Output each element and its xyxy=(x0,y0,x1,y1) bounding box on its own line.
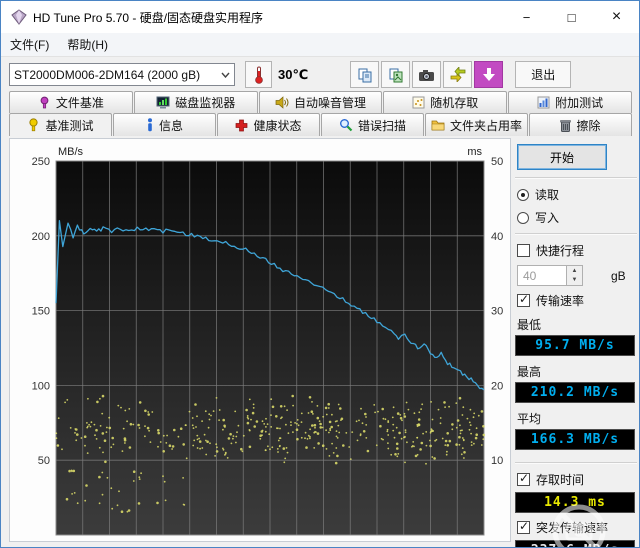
svg-text:250: 250 xyxy=(32,156,50,168)
transfer-rate-option[interactable]: 传输速率 xyxy=(517,292,637,309)
folder-icon xyxy=(431,119,445,131)
write-radio[interactable] xyxy=(517,211,529,224)
burst-rate-option[interactable]: 突发传输速率 xyxy=(517,519,637,536)
menu-help[interactable]: 帮助(H) xyxy=(58,33,117,56)
tab-health[interactable]: 健康状态 xyxy=(217,113,320,136)
burst-rate-checkbox[interactable] xyxy=(517,519,530,534)
quantity-stepper[interactable]: ▲ ▼ xyxy=(567,265,583,286)
save-results-button[interactable] xyxy=(443,61,473,88)
chevron-down-icon xyxy=(221,72,230,78)
write-mode-option[interactable]: 写入 xyxy=(517,209,637,226)
copy-text-button[interactable] xyxy=(350,61,380,88)
tab-row-primary: 基准测试 信息 健康状态 错误扫描 文件夹占用率 擦除 xyxy=(9,113,633,136)
trash-icon xyxy=(560,119,572,132)
access-time-option[interactable]: 存取时间 xyxy=(517,471,637,488)
separator xyxy=(515,462,637,464)
burst-rate-display: 237.6 MB/s xyxy=(515,540,635,547)
spark-plug-yellow-icon xyxy=(27,118,40,132)
svg-text:200: 200 xyxy=(32,231,50,243)
download-arrow-icon xyxy=(482,68,495,81)
menu-bar: 文件(F) 帮助(H) xyxy=(1,33,639,57)
app-icon xyxy=(11,9,27,25)
extra-tests-chart-icon xyxy=(537,96,550,109)
benchmark-chart: 250 200 150 100 50 50 40 30 20 10 MB/s ms xyxy=(32,146,503,536)
disk-monitor-icon xyxy=(156,96,170,109)
tab-folder-usage[interactable]: 文件夹占用率 xyxy=(425,113,528,136)
health-cross-icon xyxy=(235,119,248,132)
svg-text:40: 40 xyxy=(491,231,503,243)
separator xyxy=(515,233,637,235)
window-title: HD Tune Pro 5.70 - 硬盘/固态硬盘实用程序 xyxy=(33,10,264,25)
scatter-icon xyxy=(412,96,425,109)
benchmark-controls: 开始 读取 写入 快捷行程 40 ▲▼ gB 传输速率 最低 95.7 MB/s… xyxy=(515,141,637,547)
magnifier-icon xyxy=(339,118,353,132)
tab-info[interactable]: 信息 xyxy=(113,113,216,136)
svg-text:50: 50 xyxy=(491,156,503,168)
drive-select-dropdown[interactable]: ST2000DM006-2DM164 (2000 gB) xyxy=(9,63,235,86)
stepper-down-icon[interactable]: ▼ xyxy=(567,275,582,285)
access-time-display: 14.3 ms xyxy=(515,492,635,513)
svg-text:10: 10 xyxy=(491,455,503,467)
app-window: HD Tune Pro 5.70 - 硬盘/固态硬盘实用程序 − □ × 文件(… xyxy=(0,0,640,548)
tab-error-scan[interactable]: 错误扫描 xyxy=(321,113,424,136)
access-time-checkbox[interactable] xyxy=(517,471,530,486)
spark-plug-purple-icon xyxy=(38,96,51,109)
copy-image-button[interactable] xyxy=(381,61,411,88)
tab-benchmark[interactable]: 基准测试 xyxy=(9,113,112,136)
max-value-display: 210.2 MB/s xyxy=(515,382,635,403)
drive-name: ST2000DM006-2DM164 (2000 gB) xyxy=(14,67,201,82)
stepper-up-icon[interactable]: ▲ xyxy=(567,266,582,276)
start-button[interactable]: 开始 xyxy=(517,144,607,170)
screenshot-camera-icon xyxy=(419,69,435,81)
tab-random-access[interactable]: 随机存取 xyxy=(383,91,508,113)
save-results-icon xyxy=(450,67,466,82)
transfer-rate-checkbox[interactable] xyxy=(517,292,530,307)
info-icon xyxy=(146,118,154,132)
minimize-button[interactable]: − xyxy=(504,1,549,33)
svg-text:150: 150 xyxy=(32,306,50,318)
temperature-button[interactable] xyxy=(245,61,272,88)
speaker-icon xyxy=(275,96,289,109)
download-button[interactable] xyxy=(474,61,504,88)
tab-extra-tests[interactable]: 附加测试 xyxy=(508,91,632,113)
toolbar: ST2000DM006-2DM164 (2000 gB) 30℃ 退出 xyxy=(1,58,639,91)
svg-text:50: 50 xyxy=(38,455,50,467)
title-bar: HD Tune Pro 5.70 - 硬盘/固态硬盘实用程序 − □ × xyxy=(1,1,639,33)
maximize-button[interactable]: □ xyxy=(549,1,594,33)
tab-row-secondary: 文件基准 磁盘监视器 自动噪音管理 随机存取 附加测试 xyxy=(9,91,633,113)
avg-value-display: 166.3 MB/s xyxy=(515,429,635,450)
svg-text:ms: ms xyxy=(467,146,482,158)
read-mode-option[interactable]: 读取 xyxy=(517,186,637,203)
svg-text:20: 20 xyxy=(491,380,503,392)
avg-label: 平均 xyxy=(517,412,542,426)
temperature-value: 30℃ xyxy=(278,66,309,82)
separator xyxy=(515,177,637,179)
short-stroke-value[interactable]: 40 xyxy=(517,265,567,286)
copy-image-icon xyxy=(389,68,403,82)
exit-button[interactable]: 退出 xyxy=(515,61,572,88)
read-radio[interactable] xyxy=(517,188,529,201)
short-stroke-checkbox[interactable] xyxy=(517,244,530,257)
short-stroke-size: 40 ▲ ▼ gB xyxy=(517,265,637,286)
thermometer-icon xyxy=(254,66,263,84)
max-label: 最高 xyxy=(517,365,542,379)
close-button[interactable]: × xyxy=(594,1,639,33)
min-value-display: 95.7 MB/s xyxy=(515,335,635,356)
screenshot-button[interactable] xyxy=(412,61,442,88)
svg-text:30: 30 xyxy=(491,306,503,318)
benchmark-chart-panel: 250 200 150 100 50 50 40 30 20 10 MB/s ms xyxy=(9,138,511,542)
short-stroke-option[interactable]: 快捷行程 xyxy=(517,242,637,259)
copy-text-icon xyxy=(358,68,372,82)
short-stroke-unit: gB xyxy=(611,268,626,283)
min-label: 最低 xyxy=(517,318,542,332)
tab-erase[interactable]: 擦除 xyxy=(529,113,632,136)
svg-text:MB/s: MB/s xyxy=(58,146,84,158)
tab-file-benchmark[interactable]: 文件基准 xyxy=(9,91,133,113)
tab-aam[interactable]: 自动噪音管理 xyxy=(258,91,383,113)
svg-text:100: 100 xyxy=(32,380,50,392)
menu-file[interactable]: 文件(F) xyxy=(1,33,58,56)
tab-disk-monitor[interactable]: 磁盘监视器 xyxy=(133,91,258,113)
